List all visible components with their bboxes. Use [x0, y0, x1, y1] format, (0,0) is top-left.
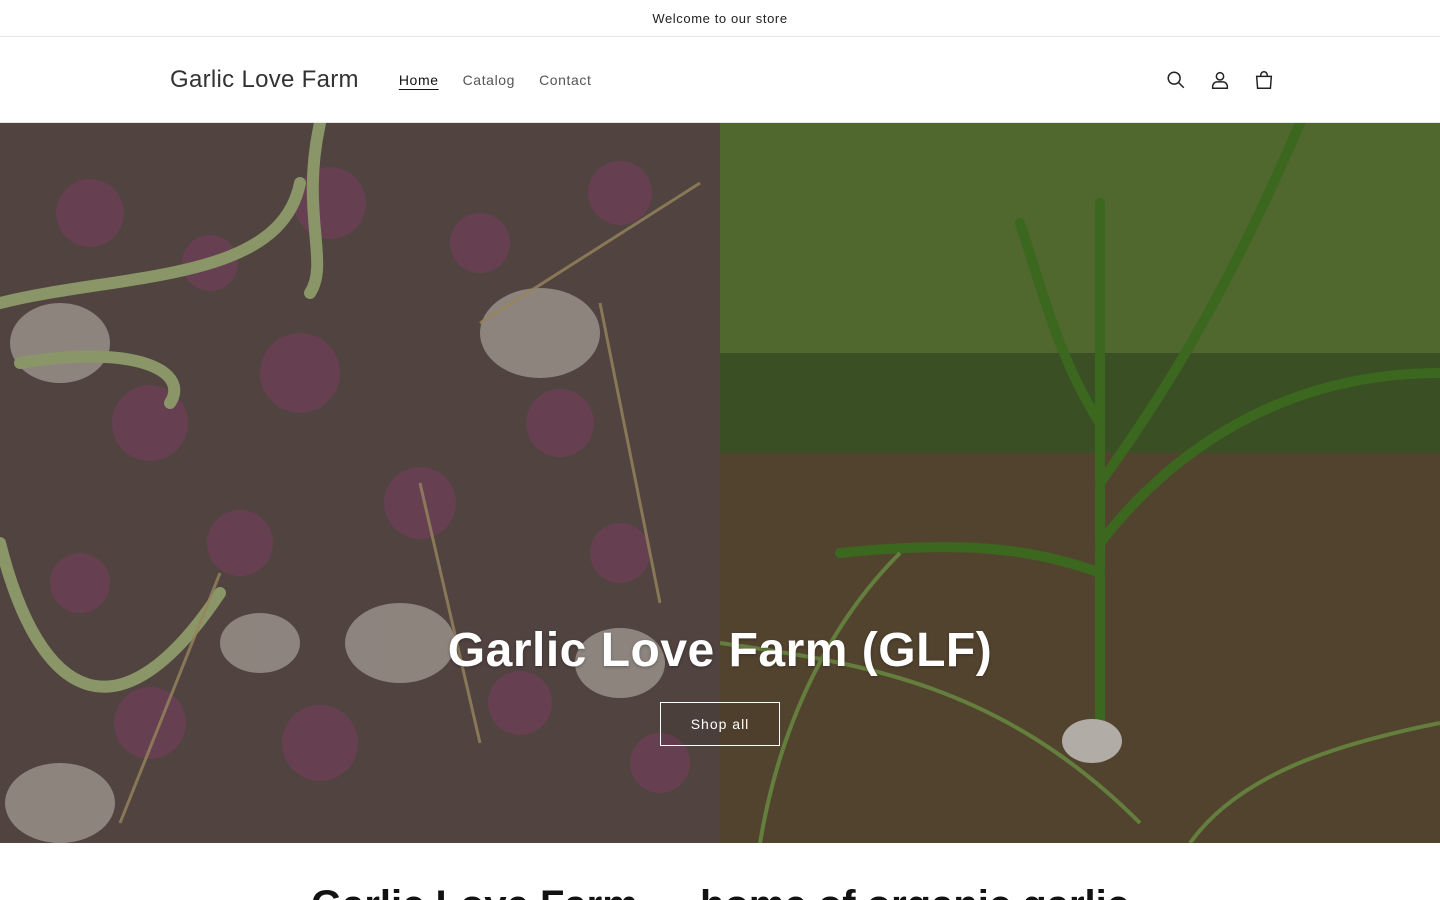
hero-content: Garlic Love Farm (GLF) Shop all	[0, 623, 1440, 746]
section-title: Garlic Love Farm — home of organic garli…	[0, 883, 1440, 900]
nav-home[interactable]: Home	[387, 64, 451, 96]
nav-catalog[interactable]: Catalog	[451, 64, 527, 96]
announcement-bar: Welcome to our store	[0, 0, 1440, 37]
announcement-text: Welcome to our store	[652, 10, 788, 26]
main-nav: Home Catalog Contact	[387, 64, 604, 96]
nav-contact[interactable]: Contact	[527, 64, 603, 96]
header-icons	[1158, 37, 1282, 123]
store-logo[interactable]: Garlic Love Farm	[170, 66, 359, 94]
account-icon[interactable]	[1202, 62, 1238, 98]
site-header: Garlic Love Farm Home Catalog Contact	[0, 37, 1440, 123]
shop-all-button[interactable]: Shop all	[659, 702, 781, 746]
cart-icon[interactable]	[1246, 62, 1282, 98]
featured-section: Garlic Love Farm — home of organic garli…	[0, 843, 1440, 900]
search-icon[interactable]	[1158, 62, 1194, 98]
hero-banner: Garlic Love Farm (GLF) Shop all	[0, 123, 1440, 843]
hero-title: Garlic Love Farm (GLF)	[447, 624, 993, 677]
